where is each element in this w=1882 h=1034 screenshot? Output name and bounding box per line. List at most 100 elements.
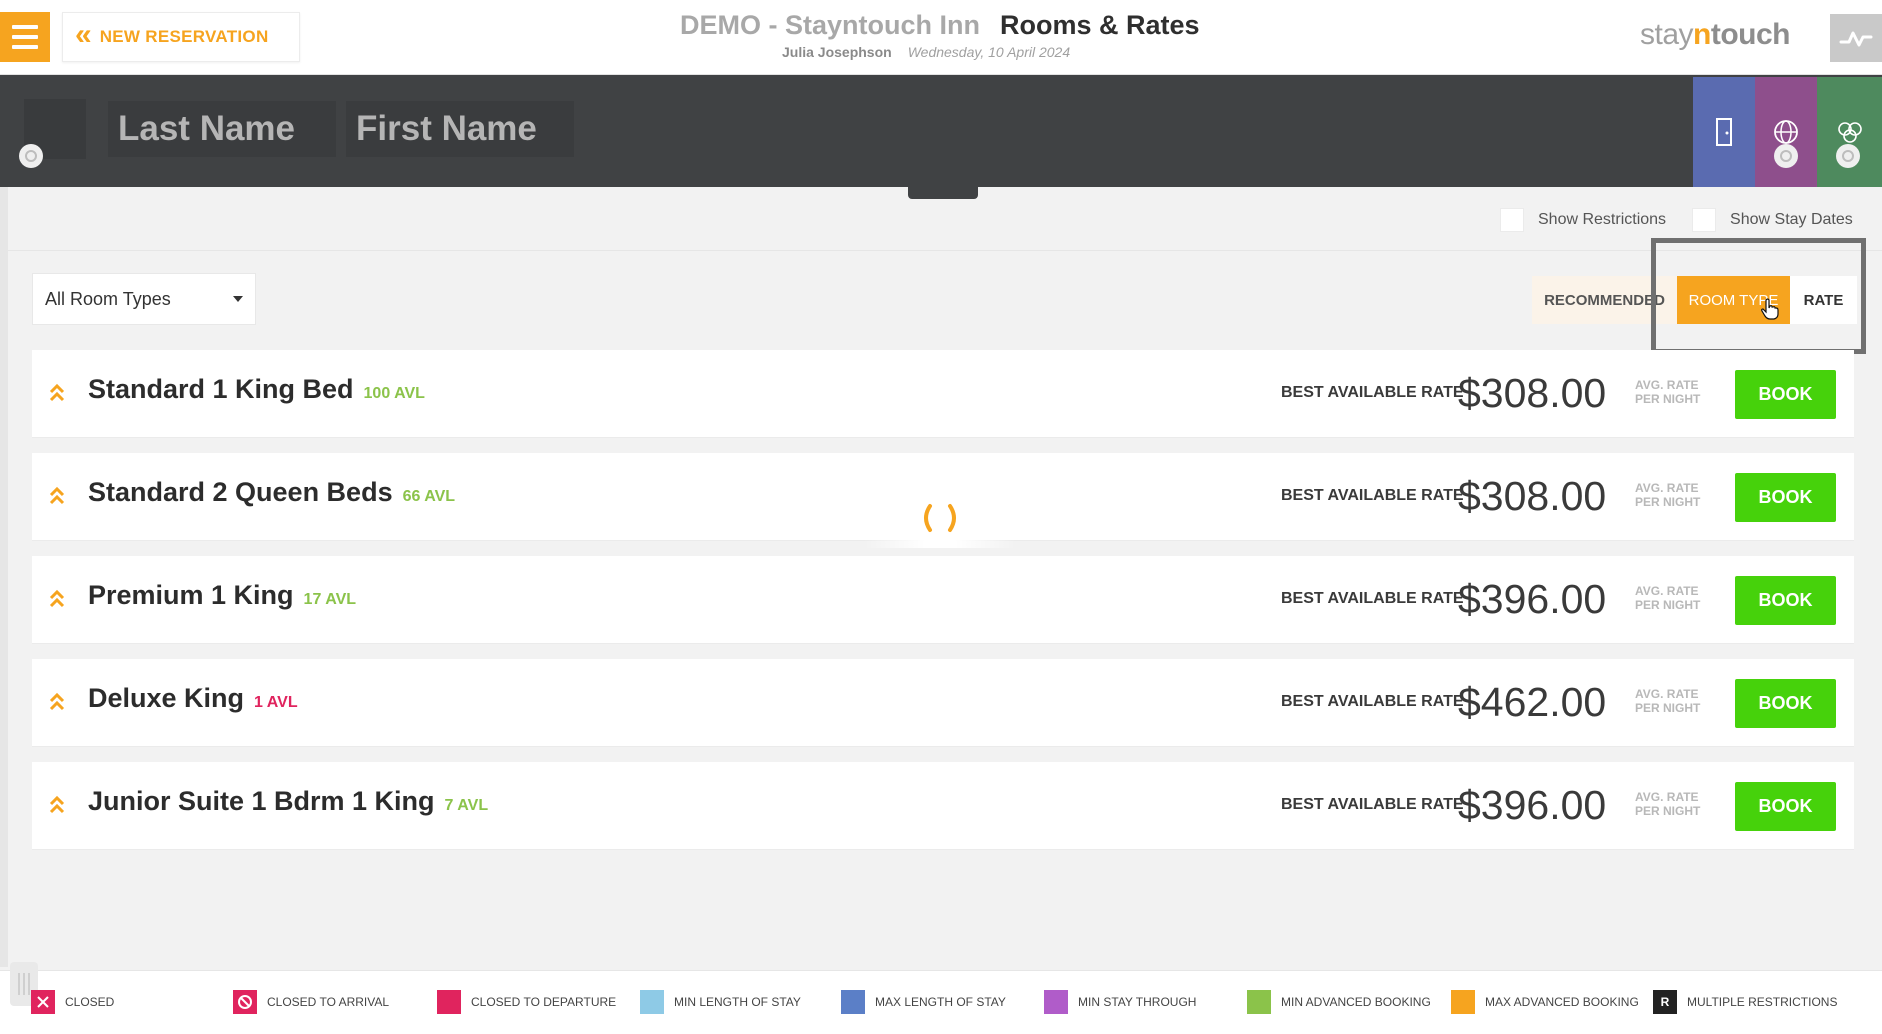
double-chevron-left-icon: « [75, 18, 92, 51]
room-type-selected: All Room Types [45, 288, 171, 309]
legend-item: MAX LENGTH OF STAY [841, 990, 1006, 1014]
activity-button[interactable] [1830, 14, 1882, 62]
expand-chevron-up-icon[interactable] [48, 485, 66, 507]
book-button[interactable]: BOOK [1735, 576, 1836, 625]
no-entry-icon [238, 995, 252, 1009]
new-reservation-back-button[interactable]: « NEW RESERVATION [62, 12, 300, 62]
rate-name-label: BEST AVAILABLE RATE [1281, 796, 1464, 813]
last-name-input[interactable] [108, 101, 336, 157]
availability-count: 1 AVL [254, 694, 298, 711]
caret-down-icon [233, 296, 243, 302]
room-type-row: Standard 1 King Bed 100 AVL BEST AVAILABLE… [32, 350, 1854, 438]
group-search-icon[interactable] [1836, 144, 1860, 168]
availability-count: 17 AVL [303, 591, 357, 608]
show-stay-dates-checkbox[interactable]: Show Stay Dates [1692, 208, 1853, 232]
expand-chevron-up-icon[interactable] [48, 588, 66, 610]
stayntouch-logo: stayntouch [1640, 18, 1791, 51]
room-type-row: Junior Suite 1 Bdrm 1 King 7 AVL BEST AVAI… [32, 762, 1854, 850]
legend-item: MIN STAY THROUGH [1044, 990, 1196, 1014]
rate-name-label: BEST AVAILABLE RATE [1281, 487, 1464, 504]
legend-item: MAX ADVANCED BOOKING [1451, 990, 1639, 1014]
legend-swatch [841, 990, 865, 1014]
web-booking-tab[interactable] [1755, 77, 1817, 187]
availability-count: 66 AVL [402, 488, 456, 505]
avg-rate-per-night-label: AVG. RATE PER NIGHT [1635, 687, 1701, 715]
door-icon [1716, 118, 1732, 146]
avg-rate-per-night-label: AVG. RATE PER NIGHT [1635, 378, 1701, 406]
room-type-name: Premium 1 King 17 AVL [88, 580, 357, 610]
search-icon[interactable] [19, 144, 43, 168]
loading-spinner-icon [924, 504, 956, 532]
availability-count: 7 AVL [444, 797, 489, 814]
legend-swatch [1247, 990, 1271, 1014]
book-button[interactable]: BOOK [1735, 679, 1836, 728]
legend-item: CLOSED TO ARRIVAL [233, 990, 389, 1014]
hamburger-menu-button[interactable] [0, 12, 50, 62]
guest-search-bar [0, 75, 1882, 187]
rate-name-label: BEST AVAILABLE RATE [1281, 693, 1464, 710]
checkbox-box [1500, 208, 1524, 232]
show-restrictions-checkbox[interactable]: Show Restrictions [1500, 208, 1666, 232]
room-type-row: Premium 1 King 17 AVL BEST AVAILABLE RATE $… [32, 556, 1854, 644]
legend-swatch [31, 990, 55, 1014]
recommended-view-button[interactable]: RECOMMENDED [1532, 276, 1677, 324]
rate-name-label: BEST AVAILABLE RATE [1281, 384, 1464, 401]
avg-rate-per-night-label: AVG. RATE PER NIGHT [1635, 584, 1701, 612]
availability-count: 100 AVL [363, 385, 425, 402]
hotel-name: DEMO - Stayntouch Inn [680, 10, 980, 40]
book-button[interactable]: BOOK [1735, 782, 1836, 831]
web-search-icon[interactable] [1774, 144, 1798, 168]
menu-icon [12, 25, 38, 29]
legend-swatch [1044, 990, 1068, 1014]
book-button[interactable]: BOOK [1735, 473, 1836, 522]
group-tab[interactable] [1817, 77, 1882, 187]
header-subtitle: Julia Josephson Wednesday, 10 April 2024 [782, 44, 1070, 60]
display-options: Show Restrictions Show Stay Dates [1500, 208, 1853, 232]
legend-item: MIN LENGTH OF STAY [640, 990, 801, 1014]
legend-swatch [640, 990, 664, 1014]
legend-swatch [437, 990, 461, 1014]
rate-price: $462.00 [1458, 679, 1607, 725]
rate-price: $396.00 [1458, 782, 1607, 828]
room-type-name: Standard 2 Queen Beds 66 AVL [88, 477, 456, 507]
hand-pointer-cursor-icon [1761, 298, 1779, 320]
legend-item: MIN ADVANCED BOOKING [1247, 990, 1431, 1014]
rate-view-button[interactable]: RATE [1790, 276, 1857, 324]
group-circles-icon [1837, 122, 1862, 143]
book-button[interactable]: BOOK [1735, 370, 1836, 419]
legend-label: MIN LENGTH OF STAY [674, 995, 801, 1009]
drawer-handle[interactable] [908, 187, 978, 199]
rate-price: $396.00 [1458, 576, 1607, 622]
rate-name-label: BEST AVAILABLE RATE [1281, 590, 1464, 607]
legend-swatch [233, 990, 257, 1014]
activity-pulse-icon [1839, 31, 1873, 47]
first-name-input[interactable] [346, 101, 574, 157]
room-tab[interactable] [1693, 77, 1755, 187]
avg-rate-per-night-label: AVG. RATE PER NIGHT [1635, 481, 1701, 509]
legend-label: MIN ADVANCED BOOKING [1281, 995, 1431, 1009]
legend-label: MULTIPLE RESTRICTIONS [1687, 995, 1838, 1009]
page-title: Rooms & Rates [1000, 10, 1200, 40]
room-type-name: Standard 1 King Bed 100 AVL [88, 374, 425, 404]
rate-price: $308.00 [1458, 370, 1607, 416]
left-edge [0, 187, 8, 967]
globe-icon [1774, 120, 1798, 144]
expand-chevron-up-icon[interactable] [48, 691, 66, 713]
room-type-name: Junior Suite 1 Bdrm 1 King 7 AVL [88, 786, 489, 816]
legend-swatch: R [1653, 990, 1677, 1014]
view-toggle: RECOMMENDED ROOM TYPE RATE [1532, 276, 1857, 324]
top-header: « NEW RESERVATION DEMO - Stayntouch Inn … [0, 0, 1882, 75]
room-type-row: Deluxe King 1 AVL BEST AVAILABLE RATE $462.… [32, 659, 1854, 747]
legend-label: MAX ADVANCED BOOKING [1485, 995, 1639, 1009]
legend-item: CLOSED TO DEPARTURE [437, 990, 616, 1014]
expand-chevron-up-icon[interactable] [48, 382, 66, 404]
user-name: Julia Josephson [782, 44, 892, 60]
show-stay-dates-label: Show Stay Dates [1730, 211, 1853, 228]
expand-chevron-up-icon[interactable] [48, 794, 66, 816]
rate-price: $308.00 [1458, 473, 1607, 519]
business-date: Wednesday, 10 April 2024 [907, 44, 1071, 60]
room-type-dropdown[interactable]: All Room Types [32, 273, 256, 325]
multiple-restrictions-icon: R [1660, 995, 1670, 1009]
show-restrictions-label: Show Restrictions [1538, 211, 1667, 228]
checkbox-box [1692, 208, 1717, 232]
